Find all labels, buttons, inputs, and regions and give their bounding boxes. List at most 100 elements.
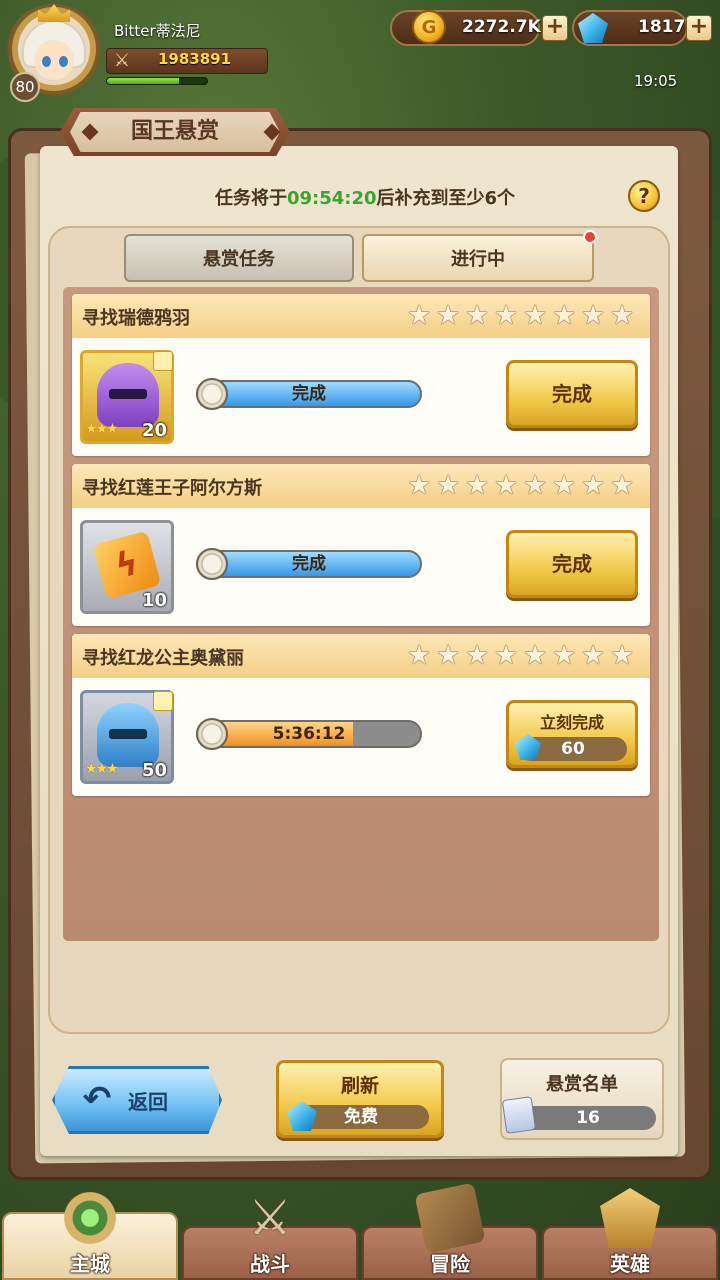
star-icon: ★ (494, 470, 519, 501)
refresh-cost: 免费 (287, 1101, 429, 1131)
star-icon: ★ (465, 470, 490, 501)
task-progress-bar: 完成 (196, 550, 422, 578)
nav-label-heroes: 英雄 (610, 1252, 650, 1276)
clock-icon (196, 718, 228, 750)
timer-time: 09:54:20 (286, 188, 377, 209)
page-title: 国王悬赏 (130, 119, 219, 144)
task-card-header: 寻找红龙公主奥黛丽 ★ ★ ★ ★ ★ ★ ★ ★ (72, 634, 650, 678)
progress-text: 完成 (292, 384, 326, 404)
refresh-label: 刷新 (340, 1075, 379, 1097)
nav-label-battle: 战斗 (250, 1252, 290, 1276)
star-icon: ★ (552, 470, 577, 501)
item-quantity: 50 (141, 760, 167, 781)
star-icon: ★ (552, 300, 577, 331)
fragment-icon (153, 351, 173, 371)
star-icon: ★ (523, 300, 548, 331)
star-icon: ★ (581, 470, 606, 501)
add-gold-button[interactable]: + (542, 15, 568, 41)
refresh-button[interactable]: 刷新 免费 (276, 1060, 444, 1138)
difficulty-stars: ★ ★ ★ ★ ★ ★ ★ ★ (407, 472, 638, 500)
fragment-icon (153, 691, 173, 711)
progress-timer: 5:36:12 (272, 724, 346, 744)
star-icon: ★ (407, 300, 432, 331)
reward-item[interactable]: ϟ 10 (80, 520, 174, 614)
cost-value: 60 (561, 739, 585, 759)
difficulty-stars: ★ ★ ★ ★ ★ ★ ★ ★ (407, 642, 638, 670)
item-quantity: 20 (141, 420, 167, 441)
refill-timer: 任务将于09:54:20后补充到至少6个 (130, 184, 600, 210)
star-icon: ★ (610, 470, 635, 501)
timer-prefix: 任务将于 (214, 188, 287, 209)
complete-button[interactable]: 完成 (506, 360, 638, 428)
item-quantity: 10 (141, 590, 167, 611)
player-name: Bitter蒂法尼 (114, 22, 201, 40)
avatar-face (34, 40, 74, 80)
blue-helmet-icon (97, 703, 159, 767)
difficulty-stars: ★ ★ ★ ★ ★ ★ ★ ★ (407, 302, 638, 330)
task-progress-bar: 5:36:12 (196, 720, 422, 748)
star-icon: ★ (494, 300, 519, 331)
gold-amount: 2272.7K (462, 17, 541, 37)
crossed-swords-icon: ⚔ (113, 50, 131, 71)
city-icon (60, 1188, 120, 1248)
rarity-stars: ★★★ (85, 421, 119, 437)
star-icon: ★ (523, 470, 548, 501)
task-title: 寻找瑞德鸦羽 (82, 308, 190, 329)
refresh-cost-value: 免费 (344, 1107, 378, 1127)
bounty-list-count-value: 16 (576, 1108, 600, 1128)
task-card: 寻找红莲王子阿尔方斯 ★ ★ ★ ★ ★ ★ ★ ★ ϟ 10 完成 完成 (72, 464, 650, 626)
clock: 19:05 (634, 72, 678, 90)
help-button[interactable]: ? (628, 180, 660, 212)
star-icon: ★ (610, 300, 635, 331)
level-badge: 80 (10, 72, 40, 102)
avatar-eye (42, 56, 51, 67)
star-icon: ★ (436, 640, 461, 671)
hero-shield-icon (600, 1188, 660, 1248)
star-icon: ★ (581, 640, 606, 671)
nav-label-adventure: 冒险 (430, 1252, 470, 1276)
timer-suffix: 后补充到至少6个 (376, 188, 516, 209)
instant-complete-button[interactable]: 立刻完成 60 (506, 700, 638, 768)
star-icon: ★ (407, 640, 432, 671)
purple-helmet-icon (97, 363, 159, 427)
back-arrow-icon: ↶ (82, 1079, 112, 1119)
star-icon: ★ (436, 470, 461, 501)
tab-bounty-tasks[interactable]: 悬赏任务 (124, 234, 354, 282)
reward-item[interactable]: ★★★ 50 (80, 690, 174, 784)
avatar-eye (59, 56, 68, 67)
instant-complete-cost: 60 (515, 734, 627, 761)
bounty-list-label: 悬赏名单 (546, 1074, 618, 1095)
power-value: 1983891 (158, 50, 232, 68)
bounty-list-count: 16 (520, 1106, 656, 1130)
diamond-amount: 1817 (638, 17, 686, 37)
clock-icon (196, 378, 228, 410)
nav-label-main-city: 主城 (70, 1252, 110, 1276)
progress-text: 完成 (292, 554, 326, 574)
task-title: 寻找红莲王子阿尔方斯 (82, 478, 262, 499)
clock-icon (196, 548, 228, 580)
reward-item[interactable]: ★★★ 20 (80, 350, 174, 444)
crown-icon (38, 4, 70, 22)
lightning-rune-icon: ϟ (92, 530, 162, 600)
task-card: 寻找红龙公主奥黛丽 ★ ★ ★ ★ ★ ★ ★ ★ ★★★ 50 5:36:12 立刻完成 6… (72, 634, 650, 796)
task-card-header: 寻找红莲王子阿尔方斯 ★ ★ ★ ★ ★ ★ ★ ★ (72, 464, 650, 508)
gold-coin-icon: G (412, 10, 446, 44)
exp-bar (106, 77, 208, 85)
add-diamond-button[interactable]: + (686, 15, 712, 41)
task-progress-bar: 完成 (196, 380, 422, 408)
tab-in-progress[interactable]: 进行中 (362, 234, 594, 282)
complete-button[interactable]: 完成 (506, 530, 638, 598)
star-icon: ★ (610, 640, 635, 671)
back-button-label: 返回 (128, 1090, 168, 1114)
task-card-header: 寻找瑞德鸦羽 ★ ★ ★ ★ ★ ★ ★ ★ (72, 294, 650, 338)
star-icon: ★ (494, 640, 519, 671)
star-icon: ★ (581, 300, 606, 331)
scroll-icon (501, 1096, 537, 1134)
map-icon (414, 1182, 486, 1254)
helmet-visor (109, 389, 147, 399)
helmet-visor (109, 729, 147, 739)
task-title: 寻找红龙公主奥黛丽 (82, 648, 244, 669)
star-icon: ★ (465, 300, 490, 331)
rarity-stars: ★★★ (85, 761, 119, 777)
star-icon: ★ (436, 300, 461, 331)
